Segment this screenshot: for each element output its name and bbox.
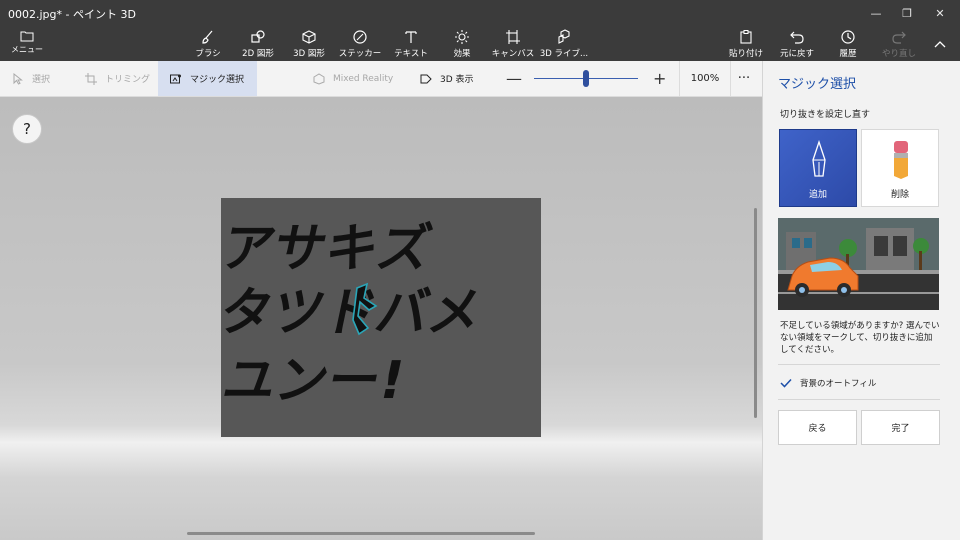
paste-icon — [740, 30, 752, 44]
tool-label: 効果 — [453, 49, 471, 59]
zoom-in-button[interactable]: + — [653, 61, 666, 96]
add-label: 追加 — [808, 190, 827, 200]
chevron-up-icon — [934, 41, 946, 48]
text-icon — [405, 31, 417, 43]
brush-icon — [202, 30, 213, 44]
preview-image — [778, 218, 939, 310]
remove-label: 削除 — [890, 190, 909, 200]
mixed-reality-icon — [313, 72, 325, 85]
pen-icon — [812, 140, 826, 177]
horizontal-scrollbar[interactable] — [187, 532, 535, 535]
3d-view-icon — [420, 74, 432, 83]
zoom-slider-thumb[interactable] — [583, 70, 589, 87]
back-button[interactable]: 戻る — [778, 410, 857, 445]
redo-button[interactable]: やり直し — [871, 28, 927, 60]
close-button[interactable]: ✕ — [925, 0, 955, 26]
tool-3d-shapes[interactable]: 3D 図形 — [281, 28, 337, 60]
tool-label: 3D 図形 — [293, 49, 325, 59]
tool-canvas[interactable]: キャンバス — [485, 28, 541, 60]
tool-2d-shapes[interactable]: 2D 図形 — [230, 28, 286, 60]
tool-effects[interactable]: 効果 — [434, 28, 490, 60]
maximize-button[interactable]: ❐ — [892, 0, 922, 26]
redo-icon — [892, 31, 906, 44]
autofill-checkbox[interactable]: 背景のオートフィル — [780, 374, 876, 392]
menu-button[interactable]: メニュー — [8, 30, 46, 60]
vertical-scrollbar[interactable] — [754, 208, 757, 418]
canvas-icon — [506, 30, 520, 44]
more-options-button[interactable]: ··· — [736, 61, 752, 96]
mixed-reality-button[interactable]: Mixed Reality — [313, 61, 393, 96]
canvas-text-line: アサキズ — [221, 219, 437, 279]
tool-label: 2D 図形 — [242, 49, 274, 59]
tool-label: やり直し — [881, 49, 916, 59]
tool-label: キャンバス — [491, 49, 535, 59]
tool-text[interactable]: テキスト — [383, 28, 439, 60]
tool-label: ブラシ — [195, 49, 221, 59]
menu-label: メニュー — [11, 45, 43, 54]
divider — [778, 399, 940, 400]
crop-icon — [85, 72, 97, 85]
checkmark-icon — [780, 378, 792, 388]
2d-shapes-icon — [251, 30, 265, 43]
history-icon — [841, 30, 855, 44]
sticker-icon — [353, 30, 367, 44]
undo-icon — [790, 31, 804, 44]
collapse-ribbon-button[interactable] — [930, 34, 950, 54]
eraser-icon — [894, 141, 908, 179]
3d-library-icon — [558, 29, 570, 44]
3d-shapes-icon — [302, 30, 316, 44]
effects-icon — [455, 30, 469, 44]
tool-label: 貼り付け — [728, 49, 763, 59]
minimize-button[interactable]: — — [861, 0, 891, 26]
paste-button[interactable]: 貼り付け — [718, 28, 774, 60]
canvas-artwork: アサキズ タツドバメ ユンー! — [214, 219, 487, 411]
cursor-icon — [13, 72, 23, 85]
magic-select-label: マジック選択 — [190, 75, 245, 85]
magic-select-icon — [170, 74, 181, 83]
undo-button[interactable]: 元に戻す — [769, 28, 825, 60]
select-button[interactable]: 選択 — [12, 61, 50, 96]
magic-select-button[interactable]: マジック選択 — [158, 61, 257, 96]
tool-label: 3D ライブ... — [539, 49, 589, 59]
history-button[interactable]: 履歴 — [820, 28, 876, 60]
drawing-canvas[interactable]: アサキズ タツドバメ ユンー! — [214, 198, 541, 437]
tool-stickers[interactable]: ステッカー — [332, 28, 388, 60]
window-title: 0002.jpg* - ペイント 3D — [8, 8, 136, 21]
autofill-label: 背景のオートフィル — [800, 379, 877, 389]
folder-icon — [20, 31, 34, 42]
hint-text: 不足している領域がありますか? 選んでいない領域をマークして、切り抜きに追加して… — [780, 321, 940, 355]
select-label: 選択 — [32, 75, 51, 85]
tool-label: 元に戻す — [779, 49, 814, 59]
crop-button[interactable]: トリミング — [85, 61, 150, 96]
tool-label: 履歴 — [839, 49, 857, 59]
tool-label: テキスト — [394, 49, 428, 59]
zoom-level[interactable]: 100% — [679, 61, 731, 96]
mixed-reality-label: Mixed Reality — [333, 73, 394, 84]
divider — [778, 364, 940, 365]
3d-view-label: 3D 表示 — [440, 75, 474, 85]
tool-brushes[interactable]: ブラシ — [180, 28, 236, 60]
refine-label: 切り抜きを設定し直す — [780, 110, 871, 120]
tool-label: ステッカー — [338, 49, 382, 59]
panel-title: マジック選択 — [778, 77, 857, 92]
done-button[interactable]: 完了 — [861, 410, 940, 445]
zoom-out-button[interactable]: — — [506, 61, 522, 96]
add-area-button[interactable]: 追加 — [779, 129, 857, 207]
canvas-text-line: ユンー! — [221, 351, 410, 411]
remove-area-button[interactable]: 削除 — [861, 129, 939, 207]
3d-view-button[interactable]: 3D 表示 — [420, 61, 474, 96]
tool-3d-library[interactable]: 3D ライブ... — [536, 28, 592, 60]
crop-label: トリミング — [105, 75, 151, 85]
help-button[interactable]: ? — [12, 114, 42, 144]
